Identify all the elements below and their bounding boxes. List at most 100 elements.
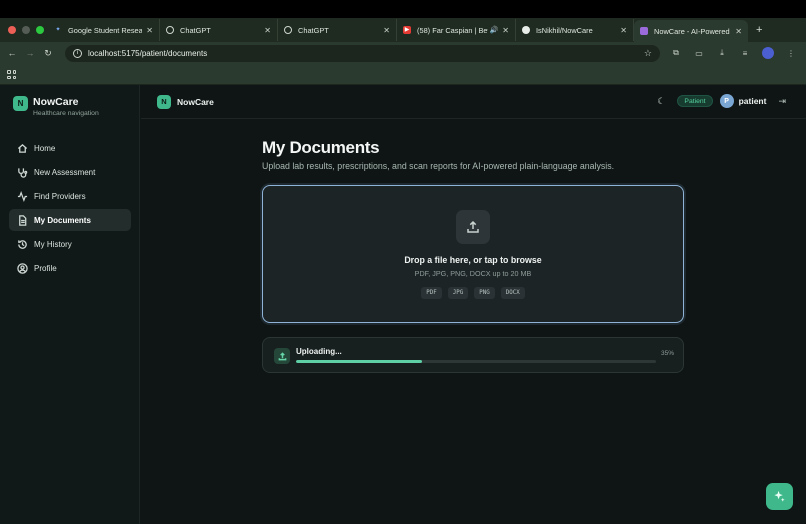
- nowcare-logo-icon: N: [13, 96, 28, 111]
- role-badge: Patient: [677, 95, 713, 107]
- user-icon: [17, 262, 28, 274]
- sidebar-item-my-history[interactable]: My History: [9, 233, 131, 255]
- sidebar-item-profile[interactable]: Profile: [9, 257, 131, 279]
- bookmark-star-icon[interactable]: ☆: [644, 48, 652, 59]
- dropzone-title: Drop a file here, or tap to browse: [404, 255, 542, 265]
- ai-assistant-button[interactable]: [766, 483, 793, 510]
- screen-cast-icon[interactable]: ▭: [693, 47, 705, 59]
- home-icon: [17, 143, 28, 154]
- forward-arrow-icon[interactable]: →: [21, 48, 39, 58]
- sidebar-item-new-assessment[interactable]: New Assessment: [9, 161, 131, 183]
- sidebar-item-label: Profile: [34, 263, 57, 273]
- site-info-icon[interactable]: i: [73, 48, 82, 58]
- format-chip: PNG: [474, 287, 495, 299]
- activity-icon: [17, 190, 28, 202]
- download-icon[interactable]: ⤓: [716, 47, 728, 59]
- browser-tab[interactable]: IsNikhil/NowCare ✕: [516, 19, 634, 41]
- browser-tab-bar: ✦ Google Student Research ✕ ChatGPT ✕ Ch…: [0, 18, 806, 42]
- tab-title: NowCare - AI-Powered H: [654, 26, 732, 36]
- dropzone-hint: PDF, JPG, PNG, DOCX up to 20 MB: [414, 269, 532, 278]
- back-arrow-icon[interactable]: ←: [3, 48, 21, 58]
- upload-progress-fill: [296, 360, 422, 363]
- browser-tab[interactable]: ChatGPT ✕: [160, 19, 278, 41]
- sparkles-icon: [774, 490, 785, 502]
- tab-title: Google Student Research: [68, 25, 142, 35]
- file-dropzone[interactable]: Drop a file here, or tap to browse PDF, …: [262, 185, 684, 323]
- bookmarks-bar: [0, 64, 806, 85]
- reading-list-icon[interactable]: ≡: [739, 47, 751, 59]
- sidebar-item-label: My History: [34, 239, 72, 249]
- theme-toggle-moon-icon[interactable]: ☾: [657, 96, 665, 107]
- sparkle-icon: ✦: [55, 27, 61, 33]
- menu-kebab-icon[interactable]: ⋮: [785, 47, 797, 59]
- profile-avatar-icon[interactable]: [762, 47, 774, 59]
- minimize-window-button[interactable]: [22, 26, 30, 34]
- sidebar-nav: Home New Assessment Find Providers My Do…: [9, 137, 131, 281]
- logout-icon[interactable]: ⇥: [778, 96, 786, 107]
- username: patient: [738, 96, 767, 106]
- sidebar-item-home[interactable]: Home: [9, 137, 131, 159]
- format-chip: PDF: [421, 287, 442, 299]
- browser-tab[interactable]: ✦ Google Student Research ✕: [48, 19, 160, 41]
- avatar[interactable]: P: [719, 94, 734, 108]
- upload-progress-track: [296, 360, 656, 363]
- chatgpt-icon: [166, 26, 174, 34]
- format-chip: DOCX: [500, 287, 525, 299]
- sidebar-item-label: New Assessment: [34, 167, 96, 177]
- url-text: localhost:5175/patient/documents: [88, 48, 208, 58]
- upload-icon: [456, 210, 490, 244]
- upload-status-label: Uploading...: [296, 347, 342, 356]
- main-content: My Documents Upload lab results, prescri…: [141, 120, 806, 524]
- close-window-button[interactable]: [8, 26, 16, 34]
- close-tab-icon[interactable]: ✕: [620, 26, 627, 35]
- reload-icon[interactable]: ↻: [39, 48, 57, 59]
- browser-tab[interactable]: ChatGPT ✕: [278, 19, 397, 41]
- page-subtitle: Upload lab results, prescriptions, and s…: [262, 161, 615, 171]
- youtube-icon: ▶: [403, 26, 411, 34]
- chatgpt-icon: [284, 26, 292, 34]
- format-chips: PDF JPG PNG DOCX: [263, 287, 683, 299]
- window-controls: [0, 26, 48, 34]
- brand-subtitle: Healthcare navigation: [33, 110, 99, 117]
- sidebar-item-label: Find Providers: [34, 191, 86, 201]
- browser-toolbar: ← → ↻ i localhost:5175/patient/documents…: [0, 42, 806, 64]
- nowcare-logo-icon[interactable]: N: [157, 94, 171, 109]
- nowcare-icon: [640, 27, 648, 35]
- address-bar[interactable]: i localhost:5175/patient/documents ☆: [65, 44, 660, 62]
- sidebar-item-my-documents[interactable]: My Documents: [9, 209, 131, 231]
- tab-title: ChatGPT: [298, 25, 329, 35]
- stethoscope-icon: [17, 167, 28, 178]
- new-tab-button[interactable]: +: [756, 24, 762, 36]
- browser-tab-active[interactable]: NowCare - AI-Powered H ✕: [634, 20, 748, 42]
- close-tab-icon[interactable]: ✕: [502, 26, 509, 35]
- app-root: N NowCare Healthcare navigation Home New…: [0, 85, 806, 524]
- document-icon: [17, 214, 28, 226]
- upload-icon: [274, 348, 290, 364]
- brand-name: NowCare: [33, 96, 79, 108]
- tab-title: ChatGPT: [180, 25, 211, 35]
- app-header: N NowCare ☾ Patient P patient ⇥: [141, 85, 806, 119]
- brand[interactable]: N NowCare Healthcare navigation: [13, 96, 99, 117]
- tab-title: IsNikhil/NowCare: [536, 25, 593, 35]
- sidebar-item-find-providers[interactable]: Find Providers: [9, 185, 131, 207]
- speaker-icon[interactable]: 🔊: [490, 26, 499, 34]
- os-top-strip: [0, 0, 806, 18]
- close-tab-icon[interactable]: ✕: [146, 26, 153, 35]
- browser-tab[interactable]: ▶ (58) Far Caspian | Bet 🔊 ✕: [397, 19, 516, 41]
- extensions-icon[interactable]: ⧉: [670, 47, 682, 59]
- close-tab-icon[interactable]: ✕: [264, 26, 271, 35]
- upload-percent: 35%: [660, 350, 674, 357]
- close-tab-icon[interactable]: ✕: [383, 26, 390, 35]
- close-tab-icon[interactable]: ✕: [735, 27, 742, 36]
- apps-grid-icon[interactable]: [7, 70, 16, 79]
- tab-title: (58) Far Caspian | Bet: [417, 25, 488, 35]
- header-title: NowCare: [177, 96, 214, 107]
- history-icon: [17, 239, 28, 250]
- github-icon: [522, 26, 530, 34]
- sidebar-item-label: My Documents: [34, 215, 91, 225]
- sidebar: N NowCare Healthcare navigation Home New…: [0, 85, 140, 524]
- page-title: My Documents: [262, 138, 380, 157]
- zoom-window-button[interactable]: [36, 26, 44, 34]
- format-chip: JPG: [447, 287, 469, 299]
- sidebar-item-label: Home: [34, 143, 56, 153]
